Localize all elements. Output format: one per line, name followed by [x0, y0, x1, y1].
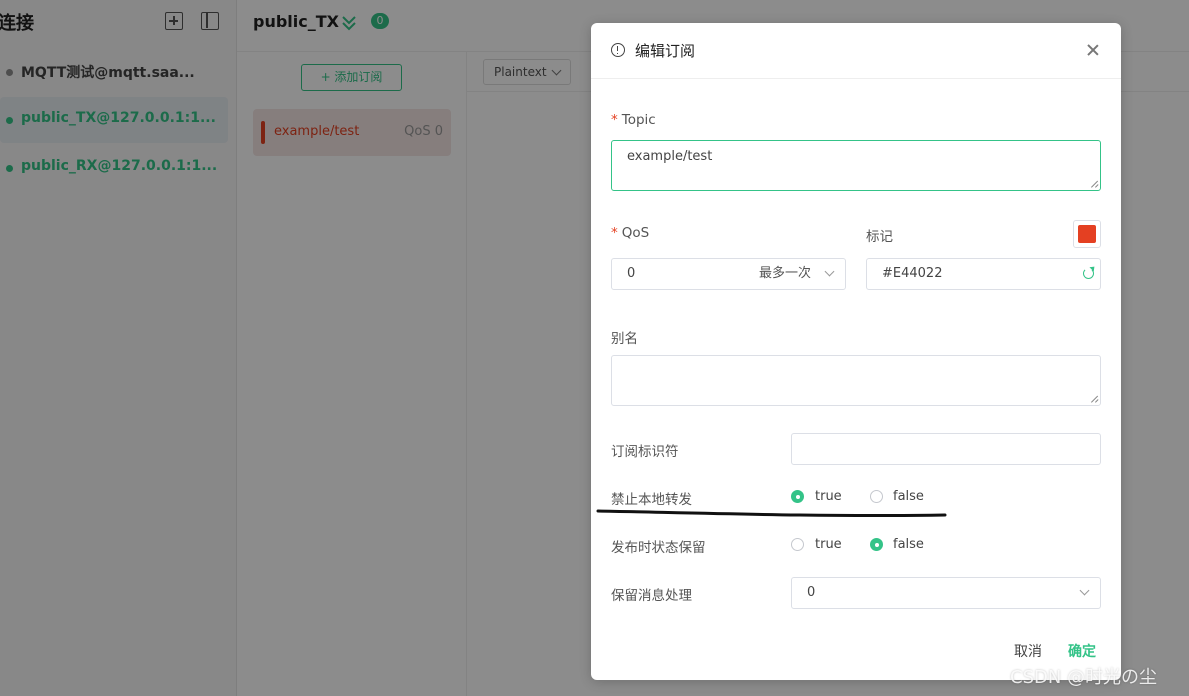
subscription-identifier-input[interactable]: [791, 433, 1101, 465]
retain-handling-value: 0: [807, 585, 816, 600]
qos-label-text: QoS: [621, 225, 650, 241]
no-local-label: 禁止本地转发: [611, 492, 692, 508]
retain-as-published-true-radio[interactable]: [791, 538, 804, 551]
subscription-identifier-label: 订阅标识符: [611, 444, 679, 460]
cancel-button[interactable]: 取消: [1014, 641, 1042, 661]
chevron-down-icon: [1079, 585, 1090, 596]
confirm-button[interactable]: 确定: [1068, 641, 1096, 661]
topic-label-text: Topic: [621, 112, 656, 128]
info-icon: [611, 43, 625, 57]
required-mark: *: [611, 225, 618, 241]
mark-color-swatch: [1078, 225, 1096, 243]
alias-input[interactable]: [611, 355, 1101, 406]
retain-as-published-label: 发布时状态保留: [611, 540, 706, 556]
topic-label: * Topic: [611, 112, 656, 128]
topic-value: example/test: [627, 149, 713, 164]
mark-color-value: #E44022: [882, 266, 943, 281]
no-local-false-radio[interactable]: [870, 490, 883, 503]
edit-subscription-dialog: 编辑订阅 * Topic example/test * QoS 标记 0 最多一次 …: [591, 23, 1121, 680]
watermark: CSDN @时光の尘: [1010, 667, 1158, 688]
retain-as-published-true-label[interactable]: true: [815, 537, 842, 552]
qos-description: 最多一次: [758, 266, 811, 281]
qos-label: * QoS: [611, 225, 649, 241]
retain-as-published-false-label[interactable]: false: [893, 537, 924, 552]
required-mark: *: [611, 112, 618, 128]
retain-as-published-false-radio[interactable]: [870, 538, 883, 551]
topic-input[interactable]: example/test: [611, 140, 1101, 191]
retain-handling-select[interactable]: 0: [791, 577, 1101, 609]
resize-grip-icon[interactable]: [1091, 396, 1098, 403]
retain-handling-label: 保留消息处理: [611, 588, 692, 604]
chevron-down-icon: [824, 266, 835, 277]
alias-label: 别名: [611, 331, 638, 347]
refresh-icon[interactable]: [1083, 268, 1094, 279]
close-icon[interactable]: [1085, 42, 1101, 58]
dialog-header: 编辑订阅: [591, 23, 1121, 79]
mark-label: 标记: [866, 229, 893, 245]
no-local-true-label[interactable]: true: [815, 489, 842, 504]
qos-value: 0: [627, 266, 636, 281]
no-local-false-label[interactable]: false: [893, 489, 924, 504]
dialog-title: 编辑订阅: [635, 42, 696, 60]
mark-color-input[interactable]: #E44022: [866, 258, 1101, 290]
mark-color-picker[interactable]: [1073, 220, 1101, 248]
no-local-true-radio[interactable]: [791, 490, 804, 503]
resize-grip-icon[interactable]: [1091, 181, 1098, 188]
qos-select[interactable]: 0 最多一次: [611, 258, 846, 290]
